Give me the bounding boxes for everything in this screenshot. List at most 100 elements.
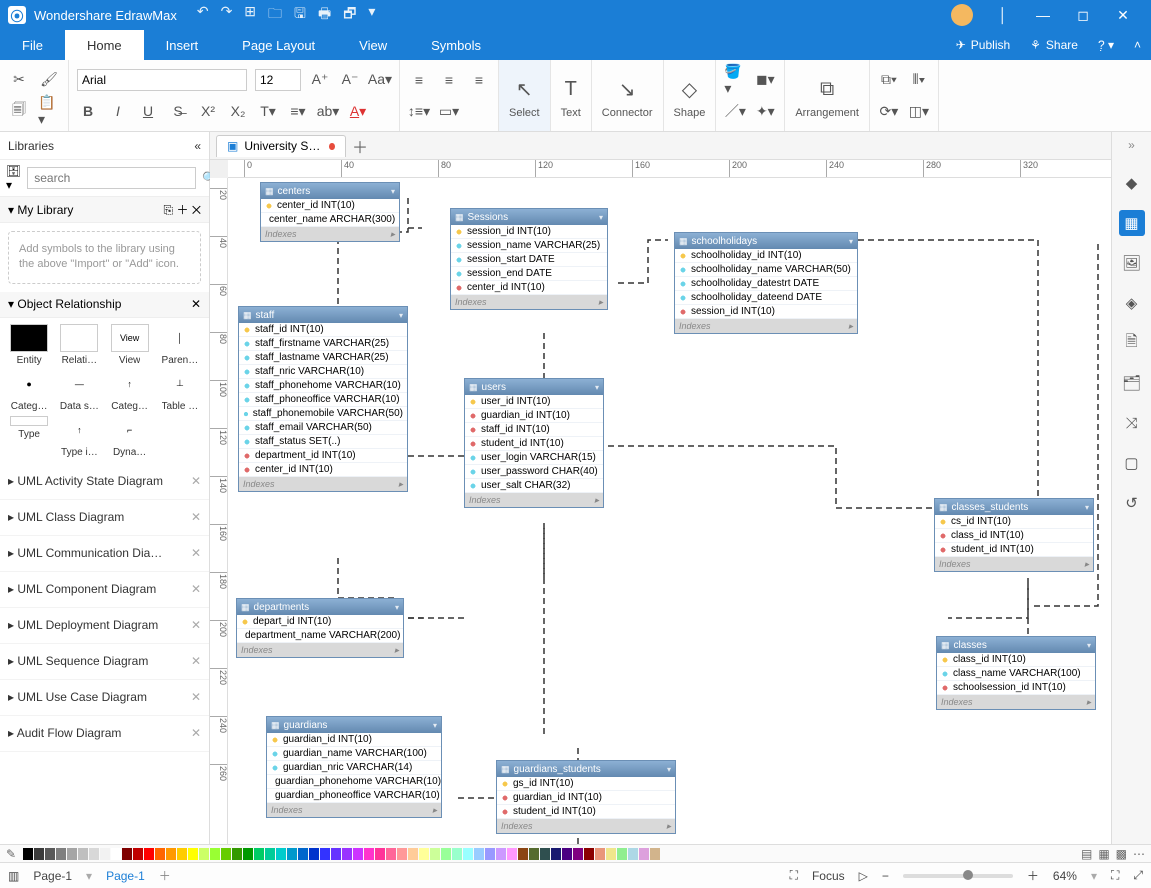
presentation-icon[interactable]: ▢ [1119, 450, 1145, 476]
text-fill-icon[interactable]: T▾ [257, 100, 279, 122]
collapse-right-icon[interactable]: » [1128, 138, 1135, 152]
color-swatch[interactable] [397, 848, 407, 860]
fit-page-icon[interactable]: ⛶ [1111, 868, 1119, 883]
menu-home[interactable]: Home [65, 30, 144, 60]
image-panel-icon[interactable]: 🖼 [1119, 250, 1145, 276]
swatch-more-icon[interactable]: ⋯ [1133, 847, 1145, 861]
color-swatch[interactable] [243, 848, 253, 860]
color-swatch[interactable] [133, 848, 143, 860]
entity-departments[interactable]: departmentsdepart_id INT(10)department_n… [236, 598, 404, 658]
entity-staff[interactable]: staffstaff_id INT(10)staff_firstname VAR… [238, 306, 408, 492]
color-swatch[interactable] [584, 848, 594, 860]
shape-data-source[interactable]: —Data s… [56, 370, 102, 412]
group-icon[interactable]: ⧉▾ [878, 69, 900, 91]
line-icon[interactable]: ／▾ [724, 100, 746, 122]
library-search-input[interactable] [27, 167, 196, 189]
history-icon[interactable]: ↺ [1119, 490, 1145, 516]
color-swatch[interactable] [562, 848, 572, 860]
zoom-slider[interactable] [903, 874, 1013, 878]
color-swatch[interactable] [111, 848, 121, 860]
shape-entity[interactable]: Entity [6, 324, 52, 366]
color-swatch[interactable] [67, 848, 77, 860]
color-swatch[interactable] [177, 848, 187, 860]
layout-panel-icon[interactable]: ▦ [1119, 210, 1145, 236]
library-item[interactable]: ▸ UML Component Diagram✕ [0, 572, 209, 608]
focus-mode-icon[interactable]: ⛶ [790, 868, 798, 883]
shape-view[interactable]: ViewView [107, 324, 153, 366]
align-center-icon[interactable]: ≡ [438, 69, 460, 91]
text-tool[interactable]: TText [551, 60, 592, 131]
color-swatch[interactable] [573, 848, 583, 860]
cut-icon[interactable]: ✂ [8, 69, 30, 91]
open-icon[interactable]: 🗀 [268, 3, 282, 27]
color-swatch[interactable] [452, 848, 462, 860]
shape-relation[interactable]: Relati… [56, 324, 102, 366]
italic-icon[interactable]: I [107, 100, 129, 122]
arrangement-tool[interactable]: ⧉Arrangement [785, 60, 870, 131]
library-item[interactable]: ▸ UML Sequence Diagram✕ [0, 644, 209, 680]
shadow-icon[interactable]: ◼▾ [754, 69, 776, 91]
color-swatch[interactable] [331, 848, 341, 860]
publish-button[interactable]: ✈Publish [946, 30, 1020, 60]
collapse-libraries-icon[interactable]: « [194, 139, 201, 153]
import-icon[interactable]: ⎘ [164, 203, 174, 217]
menu-view[interactable]: View [337, 30, 409, 60]
strikethrough-icon[interactable]: S̶ [167, 100, 189, 122]
menu-page-layout[interactable]: Page Layout [220, 30, 337, 60]
outline-icon[interactable]: ▥ [8, 869, 19, 883]
theme-icon[interactable]: ◆ [1119, 170, 1145, 196]
select-tool[interactable]: ↖Select [499, 60, 551, 131]
entity-guardians[interactable]: guardiansguardian_id INT(10)guardian_nam… [266, 716, 442, 818]
color-swatch[interactable] [221, 848, 231, 860]
align-left-icon[interactable]: ≡ [408, 69, 430, 91]
shape-tool[interactable]: ◇Shape [664, 60, 717, 131]
color-swatch[interactable] [419, 848, 429, 860]
close-button[interactable]: ✕ [1103, 7, 1143, 24]
menu-insert[interactable]: Insert [144, 30, 221, 60]
color-swatch[interactable] [89, 848, 99, 860]
effects-icon[interactable]: ✦▾ [754, 100, 776, 122]
library-picker-icon[interactable]: 🗄▾ [6, 164, 21, 192]
library-item[interactable]: ▸ UML Activity State Diagram✕ [0, 464, 209, 500]
share-button[interactable]: ⚘Share [1020, 30, 1088, 60]
page-tab[interactable]: Page-1 [106, 869, 145, 883]
color-swatch[interactable] [650, 848, 660, 860]
canvas[interactable]: centerscenter_id INT(10)center_name ARCH… [228, 178, 1111, 844]
library-item[interactable]: ▸ Audit Flow Diagram✕ [0, 716, 209, 752]
color-swatch[interactable] [441, 848, 451, 860]
color-swatch[interactable] [496, 848, 506, 860]
color-swatch[interactable] [474, 848, 484, 860]
line-spacing-icon[interactable]: ↕≡▾ [408, 100, 430, 122]
swatch-mode3-icon[interactable]: ▩ [1116, 847, 1127, 861]
color-swatch[interactable] [430, 848, 440, 860]
color-swatch[interactable] [617, 848, 627, 860]
entity-centers[interactable]: centerscenter_id INT(10)center_name ARCH… [260, 182, 400, 242]
color-swatch[interactable] [518, 848, 528, 860]
color-swatch[interactable] [353, 848, 363, 860]
color-swatch[interactable] [23, 848, 33, 860]
bold-icon[interactable]: B [77, 100, 99, 122]
distribute-icon[interactable]: ◫▾ [908, 100, 930, 122]
library-item[interactable]: ▸ UML Deployment Diagram✕ [0, 608, 209, 644]
font-size-combo[interactable] [255, 69, 301, 91]
help-button[interactable]: ?̣ ▾ [1088, 30, 1124, 60]
color-swatch[interactable] [342, 848, 352, 860]
entity-guardians_students[interactable]: guardians_studentsgs_id INT(10)guardian_… [496, 760, 676, 834]
color-swatch[interactable] [507, 848, 517, 860]
color-swatch[interactable] [254, 848, 264, 860]
rotate-icon[interactable]: ⟳▾ [878, 100, 900, 122]
zoom-in-button[interactable]: ＋ [1027, 867, 1039, 884]
color-swatch[interactable] [232, 848, 242, 860]
color-swatch[interactable] [155, 848, 165, 860]
add-page-button[interactable]: ＋ [159, 867, 171, 884]
swatch-mode2-icon[interactable]: ▦ [1098, 847, 1109, 861]
shape-category[interactable]: ●Categ… [6, 370, 52, 412]
change-case-icon[interactable]: Aa▾ [369, 69, 391, 91]
entity-schoolholidays[interactable]: schoolholidaysschoolholiday_id INT(10)sc… [674, 232, 858, 334]
color-swatch[interactable] [188, 848, 198, 860]
resources-panel-icon[interactable]: 🗂 [1119, 370, 1145, 396]
entity-classes[interactable]: classesclass_id INT(10)class_name VARCHA… [936, 636, 1096, 710]
undo-icon[interactable]: ↶ [197, 3, 209, 27]
color-swatch[interactable] [485, 848, 495, 860]
library-item[interactable]: ▸ UML Communication Dia…✕ [0, 536, 209, 572]
